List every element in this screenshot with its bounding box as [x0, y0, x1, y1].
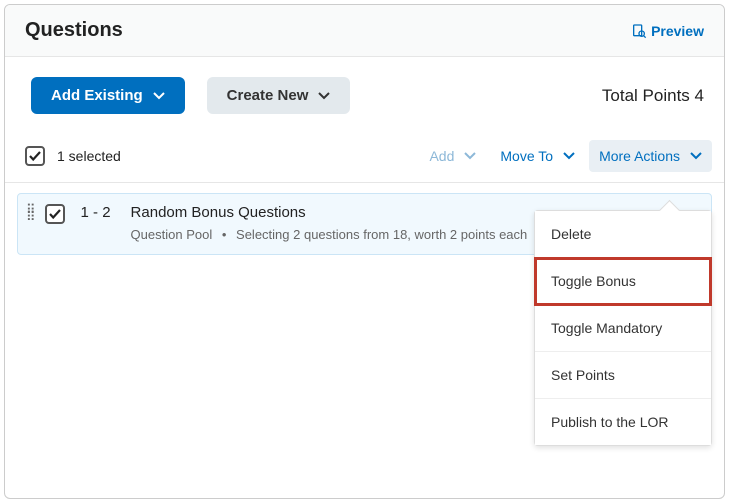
menu-item-set-points[interactable]: Set Points — [535, 352, 711, 399]
add-existing-button[interactable]: Add Existing — [31, 77, 185, 114]
chevron-down-icon — [690, 152, 702, 160]
page-title: Questions — [25, 19, 123, 42]
selection-bar: 1 selected Add Move To More Actions — [5, 140, 724, 183]
menu-item-delete[interactable]: Delete — [535, 211, 711, 258]
selected-count: 1 selected — [57, 148, 121, 164]
panel-header: Questions Preview — [5, 5, 724, 57]
preview-icon — [631, 23, 647, 39]
total-points: Total Points 4 — [602, 86, 704, 106]
menu-item-publish-lor[interactable]: Publish to the LOR — [535, 399, 711, 445]
chevron-down-icon — [318, 92, 330, 100]
more-actions-label: More Actions — [599, 148, 680, 164]
more-actions-menu: Delete Toggle Bonus Toggle Mandatory Set… — [534, 210, 712, 446]
bullet-separator: • — [222, 227, 227, 242]
more-actions-dropdown[interactable]: More Actions — [589, 140, 712, 172]
preview-button[interactable]: Preview — [631, 23, 704, 39]
selection-left: 1 selected — [25, 146, 121, 166]
move-to-label: Move To — [500, 148, 553, 164]
chevron-down-icon — [464, 152, 476, 160]
add-dropdown[interactable]: Add — [419, 140, 486, 172]
chevron-down-icon — [153, 92, 165, 100]
move-to-dropdown[interactable]: Move To — [490, 140, 585, 172]
row-detail: Selecting 2 questions from 18, worth 2 p… — [236, 227, 527, 242]
total-points-value: 4 — [695, 86, 704, 105]
questions-panel: Questions Preview Add Existing Create Ne… — [4, 4, 725, 499]
toolbar: Add Existing Create New Total Points 4 — [5, 57, 724, 140]
check-icon — [28, 149, 42, 163]
selection-actions: Add Move To More Actions — [419, 140, 712, 172]
select-all-checkbox[interactable] — [25, 146, 45, 166]
toolbar-buttons: Add Existing Create New — [31, 77, 350, 114]
add-label: Add — [429, 148, 454, 164]
row-range: 1 - 2 — [73, 204, 123, 221]
row-type: Question Pool — [131, 227, 213, 242]
add-existing-label: Add Existing — [51, 87, 143, 104]
chevron-down-icon — [563, 152, 575, 160]
create-new-button[interactable]: Create New — [207, 77, 351, 114]
menu-item-toggle-bonus[interactable]: Toggle Bonus — [535, 258, 711, 305]
check-icon — [48, 207, 62, 221]
menu-item-toggle-mandatory[interactable]: Toggle Mandatory — [535, 305, 711, 352]
preview-label: Preview — [651, 23, 704, 39]
total-points-label: Total Points — [602, 86, 690, 105]
drag-handle-icon[interactable]: ⠿⠿ — [26, 204, 37, 220]
row-checkbox[interactable] — [45, 204, 65, 224]
create-new-label: Create New — [227, 87, 309, 104]
